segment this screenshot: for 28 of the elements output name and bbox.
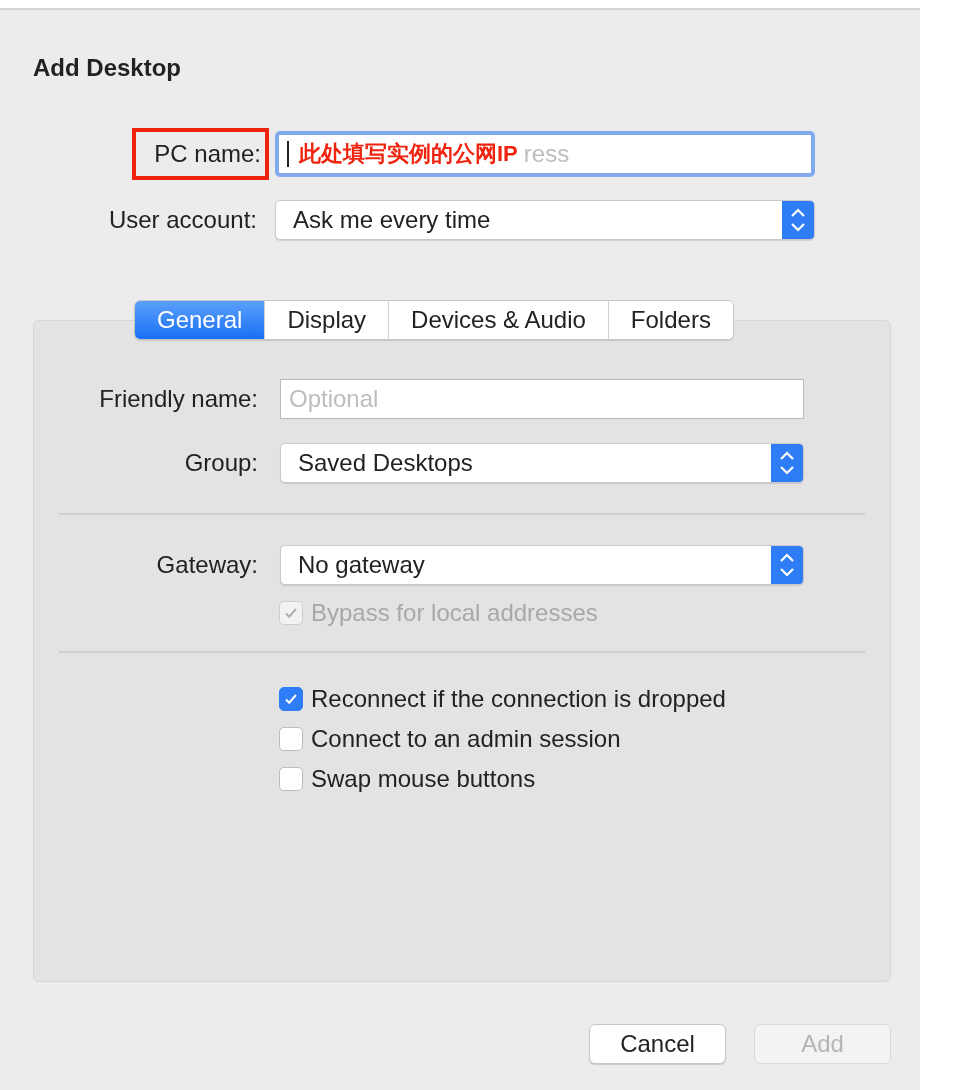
checkbox[interactable] bbox=[279, 767, 303, 791]
field-label: Group: bbox=[184, 449, 258, 477]
input-field[interactable]: 此处填写实例的公网IP ress bbox=[275, 131, 815, 177]
checkbox-label: Swap mouse buttons bbox=[311, 765, 536, 793]
field-label: PC name: bbox=[132, 128, 269, 180]
field-label: Gateway: bbox=[156, 551, 258, 579]
annotation-text: 此处填写实例的公网IP bbox=[299, 140, 518, 168]
checkbox-label: Reconnect if the connection is dropped bbox=[311, 685, 726, 713]
user-account-select[interactable]: Ask me every time bbox=[275, 200, 815, 240]
field-label: User account: bbox=[108, 206, 257, 234]
stepper-icon bbox=[782, 201, 814, 239]
dialog-button[interactable]: Cancel bbox=[589, 1024, 726, 1064]
checkbox[interactable] bbox=[279, 727, 303, 751]
tab[interactable]: General bbox=[135, 301, 265, 339]
tab[interactable]: Display bbox=[264, 301, 389, 339]
tab[interactable]: Devices & Audio bbox=[388, 301, 608, 339]
placeholder-text: ress bbox=[523, 140, 570, 168]
checkbox-label: Connect to an admin session bbox=[311, 725, 621, 753]
tab[interactable]: Folders bbox=[607, 301, 733, 339]
input-field[interactable]: Optional bbox=[280, 379, 804, 419]
checkbox[interactable] bbox=[279, 687, 303, 711]
stepper-icon bbox=[771, 444, 803, 482]
field-label: Friendly name: bbox=[99, 385, 258, 413]
dialog-title: Add Desktop bbox=[33, 54, 182, 82]
stepper-icon bbox=[771, 546, 803, 584]
gateway-select[interactable]: No gateway bbox=[280, 545, 804, 585]
checkbox-label: Bypass for local addresses bbox=[311, 599, 598, 627]
group-select[interactable]: Saved Desktops bbox=[280, 443, 804, 483]
